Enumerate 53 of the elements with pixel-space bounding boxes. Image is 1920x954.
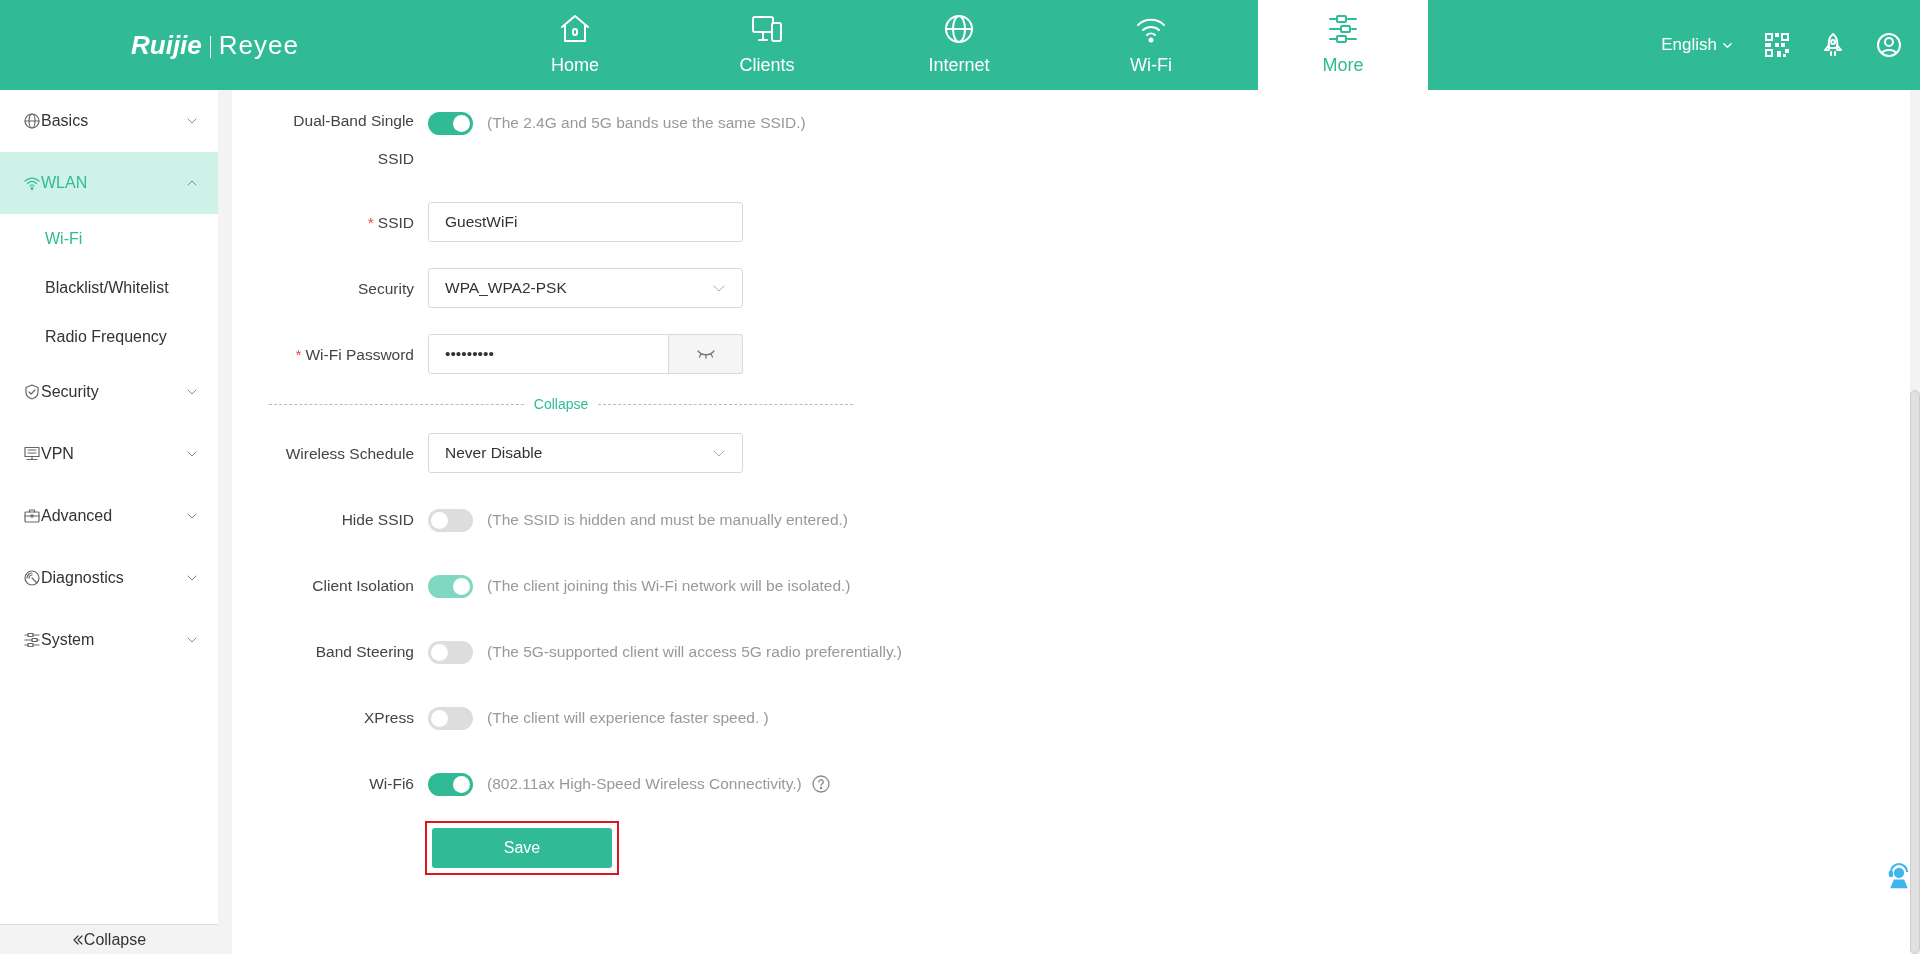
field-label: Wi-Fi6 <box>368 774 414 794</box>
sidebar-item[interactable]: System <box>0 609 218 671</box>
hint-text: (The 2.4G and 5G bands use the same SSID.) <box>487 113 806 133</box>
field-label: Band Steering <box>314 642 414 662</box>
toggle-switch[interactable] <box>428 641 473 664</box>
sidebar-item[interactable]: Basics <box>0 90 218 152</box>
hint-text: (The client joining this Wi-Fi network will be isolated.) <box>487 576 851 596</box>
globe-icon <box>24 113 40 129</box>
toggle-switch[interactable] <box>428 509 473 532</box>
field-label: Wireless Schedule <box>284 444 414 464</box>
select-field[interactable]: WPA_WPA2-PSK <box>428 268 743 308</box>
monitor-icon <box>24 446 40 462</box>
required-mark: * <box>367 214 374 231</box>
wifi-icon <box>24 175 40 191</box>
sidebar-item[interactable]: VPN <box>0 423 218 485</box>
hint-text: (The 5G-supported client will access 5G radio preferentially.) <box>487 642 902 662</box>
logo-divider <box>209 35 211 58</box>
product-logo: Reyee <box>218 29 299 60</box>
text-field[interactable]: GuestWiFi <box>428 202 743 242</box>
radar-icon <box>24 570 40 586</box>
field-label: Security <box>357 279 414 299</box>
double-chevron-left-icon <box>71 933 84 946</box>
toggle-switch[interactable] <box>428 707 473 730</box>
sidebar-subitem[interactable]: Radio Frequency <box>0 312 218 361</box>
field-label: Wi-Fi Password <box>305 346 414 363</box>
required-mark: * <box>295 346 302 363</box>
field-label: XPress <box>363 708 414 728</box>
briefcase-icon <box>24 508 40 524</box>
field-label: Hide SSID <box>340 510 414 530</box>
scrollbar-thumb[interactable] <box>1910 390 1920 954</box>
hint-text: (The client will experience faster speed. ) <box>487 708 769 728</box>
sidebar-item[interactable]: Diagnostics <box>0 547 218 609</box>
hint-text: (802.11ax High-Speed Wireless Connectivity.) <box>487 774 802 794</box>
closed-eye-icon <box>695 348 716 360</box>
select-field[interactable]: Never Disable <box>428 433 743 473</box>
collapse-button[interactable]: Collapse <box>0 924 218 954</box>
sliders-icon <box>24 632 40 648</box>
toggle-switch[interactable] <box>428 773 473 796</box>
toggle-switch[interactable] <box>428 112 473 135</box>
field-label: SSID <box>377 214 414 231</box>
field-label: Dual-Band Single SSID <box>292 111 414 169</box>
shield-icon <box>24 384 40 400</box>
scrollbar[interactable] <box>1910 90 1920 954</box>
sidebar-subitem[interactable]: Blacklist/Whitelist <box>0 263 218 312</box>
password-field[interactable]: ••••••••• <box>428 334 669 374</box>
user-icon <box>1876 32 1902 58</box>
show-password-button[interactable] <box>669 334 743 374</box>
field-label: Client Isolation <box>311 576 414 596</box>
qr-code-icon[interactable] <box>1764 32 1790 58</box>
sidebar-item[interactable]: Security <box>0 361 218 423</box>
sidebar-item[interactable]: Advanced <box>0 485 218 547</box>
hint-text: (The SSID is hidden and must be manually entered.) <box>487 510 848 530</box>
brand-logo: Ruijie <box>131 29 202 60</box>
